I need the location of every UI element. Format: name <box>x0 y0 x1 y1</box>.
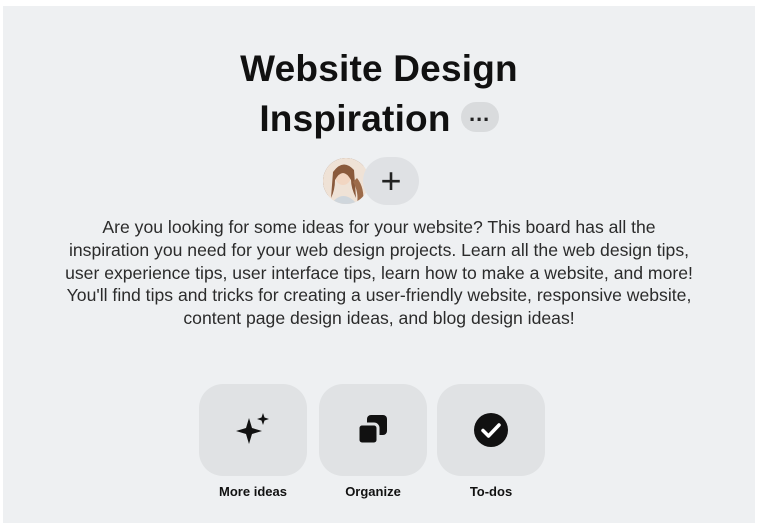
checkmark-circle-icon <box>474 413 508 447</box>
more-ideas-button[interactable] <box>199 384 307 476</box>
board-title-line-1: Website Design <box>3 44 755 94</box>
collaborators: + <box>323 157 433 205</box>
organize-icon <box>356 415 387 446</box>
to-dos-button[interactable] <box>437 384 545 476</box>
board-title-text-1: Website Design <box>240 48 518 89</box>
board-title-text-2: Inspiration <box>259 98 451 139</box>
more-options-button[interactable]: … <box>460 101 499 133</box>
add-collaborator-button[interactable]: + <box>363 157 419 205</box>
organize-label: Organize <box>345 484 401 499</box>
ellipsis-icon: … <box>468 101 492 127</box>
sparkle-icon <box>236 413 269 444</box>
board-actions: More ideas Organize To-dos <box>199 384 559 504</box>
board-header: Website Design Inspiration … + Are you lo… <box>3 6 755 523</box>
to-dos-label: To-dos <box>469 484 513 499</box>
board-title-line-2: Inspiration … <box>3 94 755 144</box>
to-dos-action[interactable]: To-dos <box>437 384 545 499</box>
plus-icon: + <box>380 160 402 201</box>
organize-button[interactable] <box>319 384 427 476</box>
more-ideas-action[interactable]: More ideas <box>199 384 307 499</box>
more-ideas-label: More ideas <box>219 484 287 499</box>
board-description: Are you looking for some ideas for your … <box>65 217 693 329</box>
organize-action[interactable]: Organize <box>319 384 427 499</box>
